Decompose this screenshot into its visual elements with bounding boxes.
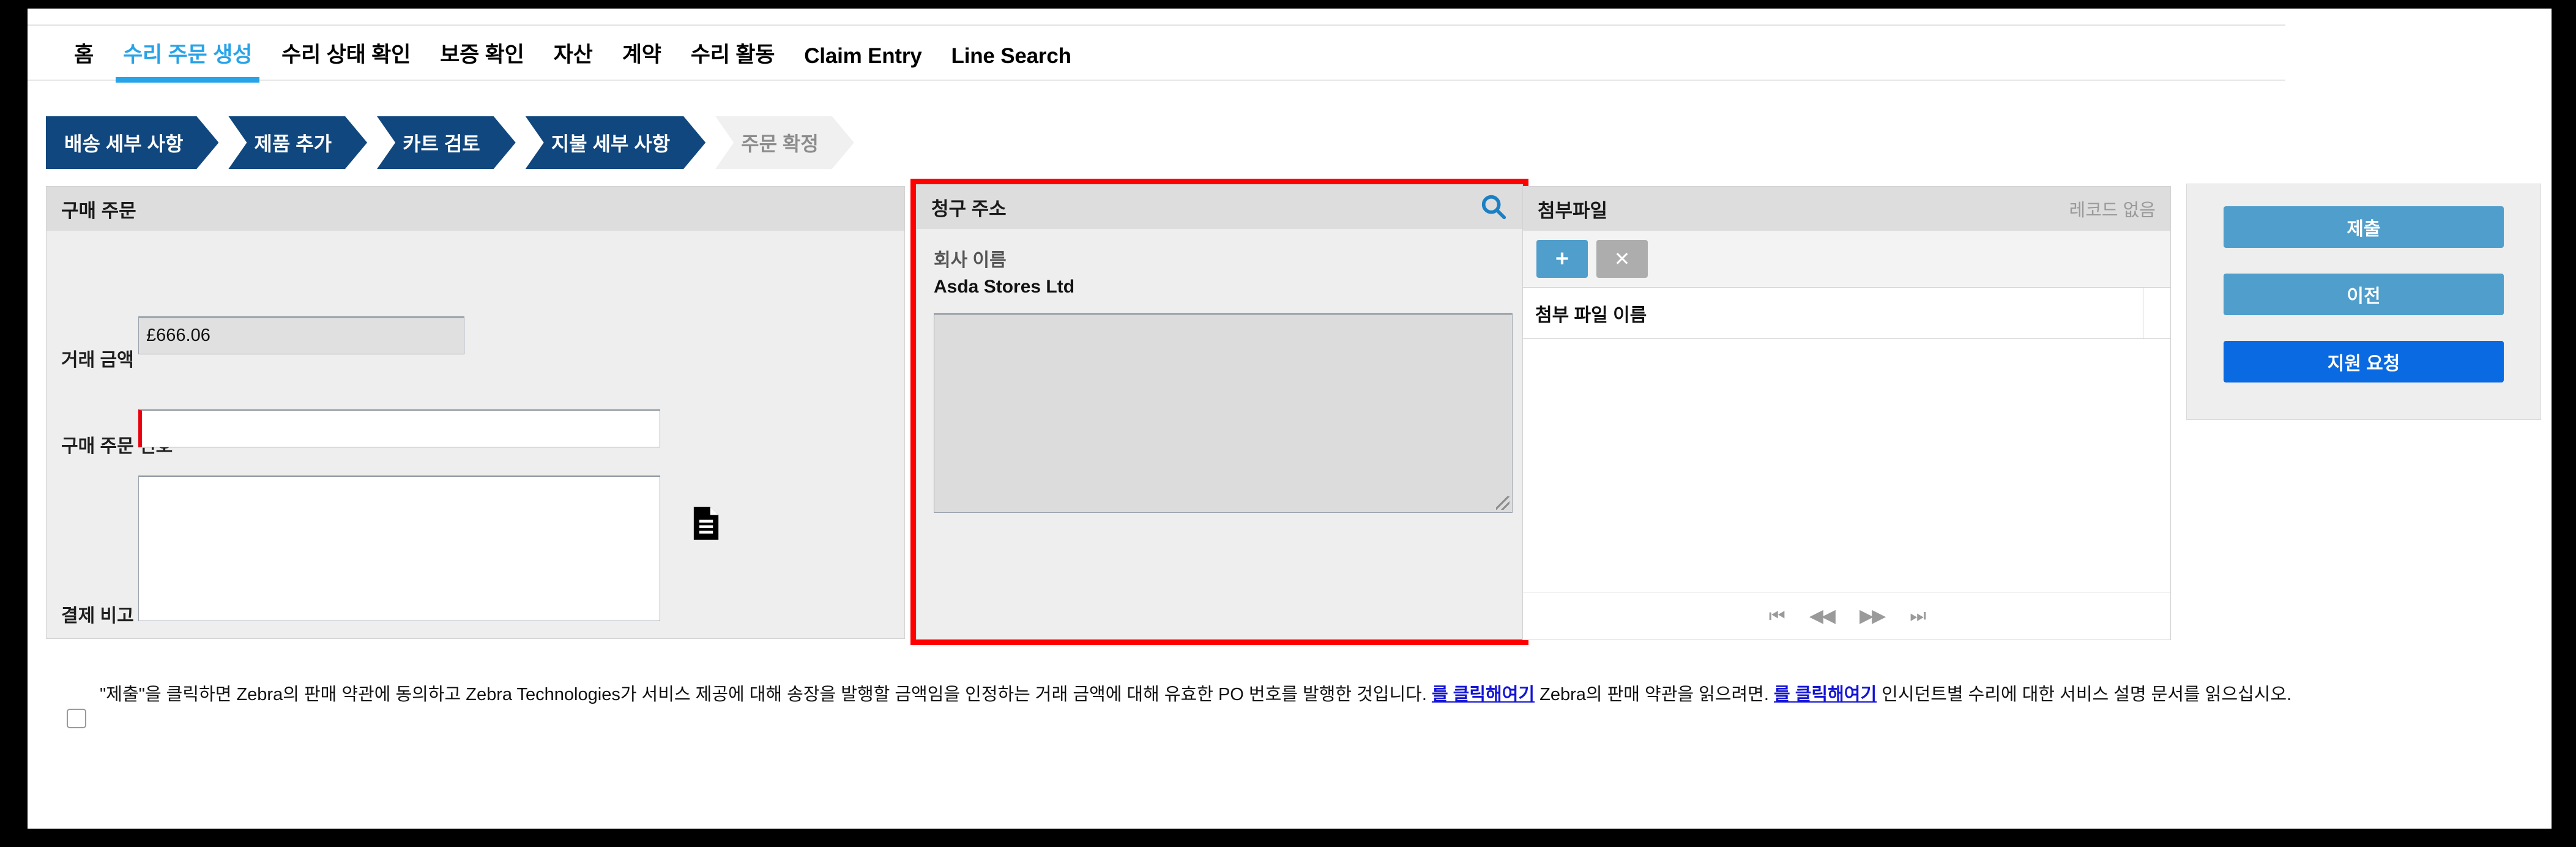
search-icon[interactable] xyxy=(1480,193,1508,221)
billing-address-header: 청구 주소 xyxy=(917,185,1522,229)
pager-next-icon[interactable]: ▶▶ xyxy=(1859,606,1886,625)
attachments-title: 첨부파일 xyxy=(1538,200,1608,222)
tab-check-repair-status[interactable]: 수리 상태 확인 xyxy=(267,37,425,80)
terms-part-2: Zebra의 판매 약관을 읽으려면. xyxy=(1535,685,1774,704)
attachments-body: + ✕ 첨부 파일 이름 ⏮ ◀◀ ▶▶ ⏭ xyxy=(1523,231,2170,640)
tab-list: 홈 수리 주문 생성 수리 상태 확인 보증 확인 자산 계약 수리 활동 Cl… xyxy=(28,26,2285,83)
delete-attachment-button[interactable]: ✕ xyxy=(1596,240,1648,278)
tab-claim-entry[interactable]: Claim Entry xyxy=(789,44,936,80)
pager-prev-icon[interactable]: ◀◀ xyxy=(1809,606,1836,625)
document-icon[interactable] xyxy=(692,506,720,540)
terms-link-1[interactable]: 를 클릭해여기 xyxy=(1432,685,1535,704)
billing-address-highlight: 청구 주소 회사 이름 Asda Stores Ltd xyxy=(910,179,1528,645)
purchase-order-panel: 구매 주문 거래 금액 구매 주문 번호 결제 비고 xyxy=(46,186,905,639)
transaction-amount-input[interactable] xyxy=(138,316,464,354)
step-confirm-order[interactable]: 주문 확정 xyxy=(715,116,854,169)
transaction-amount-label: 거래 금액 xyxy=(61,350,134,370)
column-header-attachment-name[interactable]: 첨부 파일 이름 xyxy=(1523,288,2143,338)
billing-address-title: 청구 주소 xyxy=(931,198,1007,220)
attachments-header: 첨부파일 레코드 없음 xyxy=(1523,187,2170,231)
step-shipping-details[interactable]: 배송 세부 사항 xyxy=(46,116,218,169)
billing-address-textarea[interactable] xyxy=(934,313,1513,513)
attachments-grid: 첨부 파일 이름 ⏮ ◀◀ ▶▶ ⏭ xyxy=(1523,287,2170,640)
attachments-grid-header: 첨부 파일 이름 xyxy=(1523,288,2170,339)
tab-home[interactable]: 홈 xyxy=(59,37,108,80)
tab-create-repair-order[interactable]: 수리 주문 생성 xyxy=(108,37,267,83)
add-attachment-button[interactable]: + xyxy=(1536,240,1588,278)
purchase-order-title: 구매 주문 xyxy=(61,200,136,222)
action-button-group: 제출 이전 지원 요청 xyxy=(2186,184,2541,420)
purchase-order-body: 거래 금액 구매 주문 번호 결제 비고 xyxy=(47,231,904,638)
step-payment-details[interactable]: 지불 세부 사항 xyxy=(526,116,705,169)
payment-note-label: 결제 비고 xyxy=(61,606,134,626)
wizard-steps: 배송 세부 사항 제품 추가 카트 검토 지불 세부 사항 주문 확정 xyxy=(46,116,864,169)
tab-warranty-check[interactable]: 보증 확인 xyxy=(425,37,539,80)
billing-address-body: 회사 이름 Asda Stores Ltd xyxy=(917,229,1522,639)
billing-address-panel: 청구 주소 회사 이름 Asda Stores Ltd xyxy=(916,184,1523,640)
step-review-cart[interactable]: 카트 검토 xyxy=(377,116,516,169)
terms-consent-row: "제출"을 클릭하면 Zebra의 판매 약관에 동의하고 Zebra Tech… xyxy=(46,681,2481,728)
tab-repair-activity[interactable]: 수리 활동 xyxy=(676,37,790,80)
terms-part-1: "제출"을 클릭하면 Zebra의 판매 약관에 동의하고 Zebra Tech… xyxy=(100,685,1432,704)
payment-note-textarea[interactable] xyxy=(138,476,660,621)
terms-text: "제출"을 클릭하면 Zebra의 판매 약관에 동의하고 Zebra Tech… xyxy=(100,681,2291,710)
top-navigation: 홈 수리 주문 생성 수리 상태 확인 보증 확인 자산 계약 수리 활동 Cl… xyxy=(28,24,2285,83)
app-frame: 홈 수리 주문 생성 수리 상태 확인 보증 확인 자산 계약 수리 활동 Cl… xyxy=(28,9,2552,829)
po-number-input[interactable] xyxy=(138,409,660,447)
terms-part-3: 인시던트별 수리에 대한 서비스 설명 문서를 읽으십시오. xyxy=(1877,685,2292,704)
attachments-panel: 첨부파일 레코드 없음 + ✕ 첨부 파일 이름 ⏮ ◀◀ ▶▶ ⏭ xyxy=(1522,186,2171,640)
terms-link-2[interactable]: 를 클릭해여기 xyxy=(1774,685,1877,704)
attachments-pagination: ⏮ ◀◀ ▶▶ ⏭ xyxy=(1523,592,2170,640)
company-name-value: Asda Stores Ltd xyxy=(934,277,1075,297)
company-name-label: 회사 이름 xyxy=(934,250,1007,271)
terms-checkbox[interactable] xyxy=(67,709,86,728)
tab-contracts[interactable]: 계약 xyxy=(608,37,676,80)
purchase-order-header: 구매 주문 xyxy=(47,187,904,231)
tab-assets[interactable]: 자산 xyxy=(539,37,608,80)
pager-first-icon[interactable]: ⏮ xyxy=(1769,606,1785,625)
submit-button[interactable]: 제출 xyxy=(2224,206,2504,248)
attachments-record-status: 레코드 없음 xyxy=(2069,201,2156,220)
previous-button[interactable]: 이전 xyxy=(2224,274,2504,315)
attachments-toolbar: + ✕ xyxy=(1523,231,2170,287)
tab-line-search[interactable]: Line Search xyxy=(937,44,1086,80)
support-request-button[interactable]: 지원 요청 xyxy=(2224,341,2504,382)
attachments-grid-rows xyxy=(1523,339,2170,592)
step-add-products[interactable]: 제품 추가 xyxy=(228,116,367,169)
pager-last-icon[interactable]: ⏭ xyxy=(1910,606,1926,625)
